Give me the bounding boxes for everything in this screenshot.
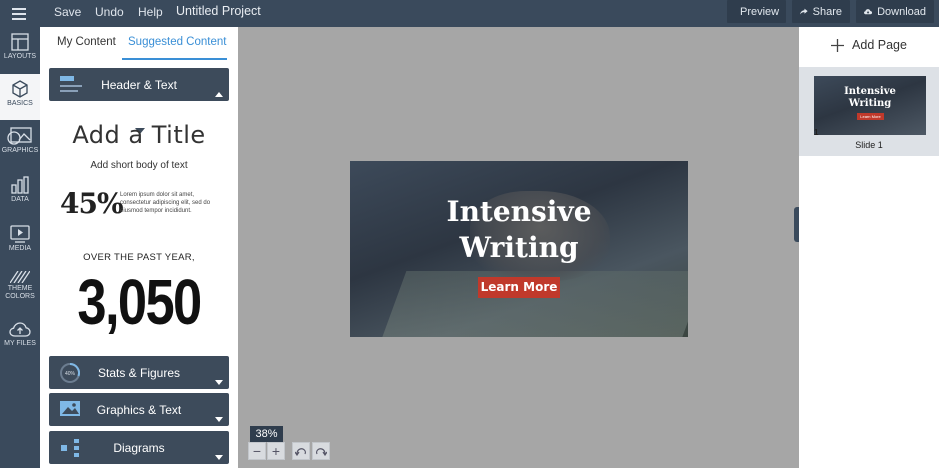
preview-percent[interactable]: 45% [60, 187, 124, 220]
cloud-download-icon [864, 8, 873, 14]
section-header-text-title: Header & Text [101, 78, 177, 92]
slide-title-line2: Writing [459, 231, 579, 264]
add-page-label: Add Page [852, 38, 907, 52]
slide-thumbnail-item[interactable]: Intensive Writing Learn More 1 Slide 1 [799, 67, 939, 156]
zoom-level: 38% [250, 426, 283, 442]
rail-item-media[interactable]: MEDIA [0, 219, 40, 265]
preview-big-number[interactable]: 3,050 [58, 265, 220, 339]
section-diagrams-title: Diagrams [113, 441, 165, 455]
rail-label-media: MEDIA [8, 245, 32, 252]
thumb-title-line2: Writing [848, 98, 892, 109]
share-label: Share [812, 5, 842, 18]
slide-title-line1: Intensive [446, 195, 592, 228]
share-arrow-icon [800, 8, 808, 15]
tab-suggested-content[interactable]: Suggested Content [128, 36, 226, 48]
section-graphics-title: Graphics & Text [96, 403, 182, 417]
rotate-left-button[interactable] [292, 442, 310, 460]
content-tabs: My Content Suggested Content [40, 27, 238, 61]
slide-thumbnail[interactable]: Intensive Writing Learn More [814, 76, 926, 135]
expand-caret-icon [215, 417, 223, 422]
share-button[interactable]: Share [792, 0, 850, 23]
play-icon [10, 225, 30, 243]
rail-item-graphics[interactable]: GRAPHICS [0, 121, 40, 167]
collapse-caret-icon [215, 92, 223, 97]
download-button[interactable]: Download [856, 0, 934, 23]
download-label: Download [877, 5, 926, 18]
preview-add-body[interactable]: Add short body of text [40, 160, 238, 171]
cloud-upload-icon [9, 322, 31, 337]
layouts-icon [11, 33, 29, 51]
rail-item-layouts[interactable]: LAYOUTS [0, 27, 40, 73]
slide-preview[interactable]: Intensive Writing Learn More [350, 161, 688, 337]
project-title[interactable]: Untitled Project [176, 4, 261, 18]
graphics-icon [7, 127, 32, 145]
zoom-in-button[interactable]: + [267, 442, 285, 460]
thumb-title-line1: Intensive [844, 86, 896, 97]
rail-item-basics[interactable]: BASICS [0, 74, 40, 120]
plus-icon [831, 38, 845, 52]
preview-add-title[interactable]: Add a Title [40, 121, 238, 149]
slide-number: 1 [814, 128, 819, 137]
thumb-title: Intensive Writing [814, 86, 926, 110]
preview-button[interactable]: Preview [727, 0, 786, 23]
tab-my-content[interactable]: My Content [57, 36, 116, 48]
preview-caption[interactable]: OVER THE PAST YEAR, [40, 252, 238, 263]
rotate-right-button[interactable] [312, 442, 330, 460]
top-bar: Save Undo Help Untitled Project Preview … [0, 0, 939, 27]
content-panel: My Content Suggested Content Header & Te… [40, 27, 238, 468]
save-menu[interactable]: Save [54, 5, 81, 19]
help-menu[interactable]: Help [138, 5, 163, 19]
preview-lorem[interactable]: Lorem ipsum dolor sit amet, consectetur … [120, 191, 225, 215]
cube-icon [12, 80, 28, 98]
rail-item-data[interactable]: DATA [0, 170, 40, 216]
stripes-icon [10, 271, 30, 283]
expand-caret-icon [215, 455, 223, 460]
undo-rotate-icon [295, 448, 306, 456]
rail-label-theme-colors: THEME COLORS [5, 285, 35, 300]
active-tab-underline [122, 58, 227, 60]
undo-menu[interactable]: Undo [95, 5, 124, 19]
zoom-out-button[interactable]: − [248, 442, 266, 460]
tool-rail: LAYOUTS BASICS GRAPHICS DATA MEDIA THEME… [0, 27, 40, 468]
hamburger-menu-icon[interactable] [0, 0, 38, 27]
section-stats-figures[interactable]: 40% Stats & Figures [49, 356, 229, 389]
thumb-button: Learn More [857, 113, 884, 120]
section-graphics-text[interactable]: Graphics & Text [49, 393, 229, 426]
bar-chart-icon [11, 176, 29, 194]
expand-caret-icon [215, 380, 223, 385]
preview-label: Preview [740, 5, 780, 18]
rail-item-my-files[interactable]: MY FILES [0, 316, 40, 362]
slide-learn-more-button[interactable]: Learn More [478, 277, 560, 298]
slide-label: Slide 1 [855, 140, 883, 150]
slide-title[interactable]: Intensive Writing [350, 194, 688, 266]
section-diagrams[interactable]: Diagrams [49, 431, 229, 464]
section-header-text[interactable]: Header & Text [49, 68, 229, 101]
pages-panel: Add Page Intensive Writing Learn More 1 … [799, 27, 939, 468]
section-stats-title: Stats & Figures [97, 366, 181, 380]
rail-label-graphics: GRAPHICS [1, 147, 39, 154]
add-page-button[interactable]: Add Page [799, 38, 939, 52]
rail-label-basics: BASICS [7, 100, 33, 107]
rail-label-layouts: LAYOUTS [3, 53, 37, 60]
rail-label-data: DATA [11, 196, 29, 203]
rail-item-theme-colors[interactable]: THEME COLORS [0, 265, 40, 311]
redo-rotate-icon [316, 448, 327, 456]
rail-label-my-files: MY FILES [4, 340, 36, 347]
